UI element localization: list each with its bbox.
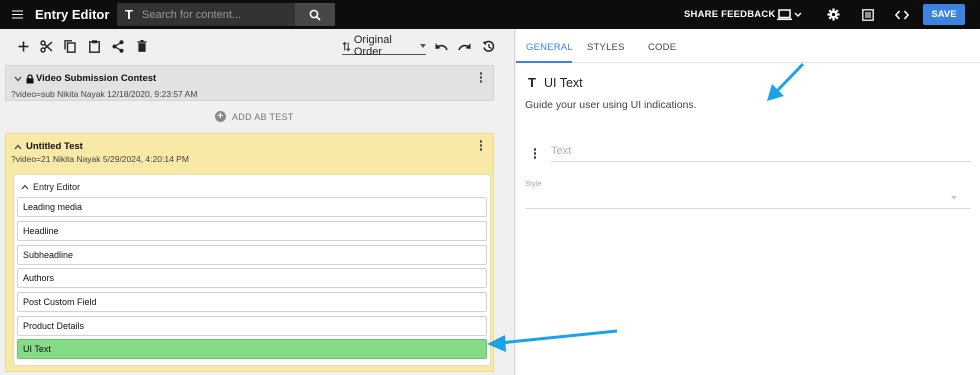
- entry-editor-header[interactable]: Entry Editor: [21, 182, 80, 192]
- add-ab-test-label: ADD AB TEST: [232, 111, 294, 122]
- history-button[interactable]: [480, 38, 496, 54]
- chevron-up-icon: [21, 184, 29, 190]
- trash-icon: [137, 40, 147, 52]
- entry-list-panel: Original Order Video Submission Contest …: [0, 29, 515, 375]
- share-feedback-link[interactable]: SHARE FEEDBACK: [684, 9, 775, 20]
- entry-header: Untitled Test: [14, 141, 83, 152]
- delete-button[interactable]: [134, 38, 150, 54]
- entry-title: Video Submission Contest: [36, 73, 157, 84]
- top-bar: Entry Editor T SHARE FEEDBACK SAVE: [0, 0, 980, 29]
- drag-handle-icon[interactable]: [533, 148, 537, 160]
- tab-styles[interactable]: STYLES: [587, 42, 625, 53]
- redo-button[interactable]: [456, 38, 472, 54]
- save-button[interactable]: SAVE: [923, 4, 965, 25]
- text-input[interactable]: [551, 145, 971, 157]
- more-options-icon[interactable]: [479, 140, 483, 152]
- app-title: Entry Editor: [35, 7, 110, 22]
- scissors-icon: [39, 39, 52, 53]
- lock-icon: [26, 73, 34, 83]
- redo-icon: [457, 42, 470, 50]
- style-label: Style: [525, 179, 542, 188]
- chevron-down-icon: [951, 196, 957, 200]
- entry-subtitle: ?video=21 Nikita Nayak 5/29/2024, 4:20:1…: [11, 154, 189, 164]
- settings-button[interactable]: [826, 5, 840, 24]
- undo-button[interactable]: [433, 38, 449, 54]
- entry-editor-section: Entry Editor Leading media Headline Subh…: [13, 174, 491, 366]
- add-button[interactable]: [15, 38, 31, 54]
- entry-card[interactable]: Video Submission Contest ?video=sub Niki…: [5, 65, 494, 101]
- laptop-icon: [777, 8, 802, 20]
- style-select[interactable]: Style: [525, 179, 971, 209]
- more-options-icon[interactable]: [479, 72, 483, 84]
- undo-icon: [435, 42, 448, 50]
- copy-button[interactable]: [62, 38, 78, 54]
- entry-editor-title: Entry Editor: [33, 182, 81, 192]
- sort-icon: [342, 41, 351, 51]
- field-leading-media[interactable]: Leading media: [17, 197, 487, 217]
- properties-tabs: GENERAL STYLES CODE: [516, 29, 980, 63]
- share-button[interactable]: [110, 38, 126, 54]
- search-icon: [309, 9, 321, 21]
- add-ab-test-button[interactable]: + ADD AB TEST: [215, 111, 294, 122]
- tab-general[interactable]: GENERAL: [526, 42, 573, 53]
- field-headline[interactable]: Headline: [17, 221, 487, 241]
- device-preview-button[interactable]: [776, 5, 804, 24]
- tab-code[interactable]: CODE: [648, 42, 676, 53]
- plus-icon: [18, 41, 28, 51]
- entry-header: Video Submission Contest: [14, 73, 156, 84]
- cut-button[interactable]: [38, 38, 54, 54]
- search-button[interactable]: [295, 3, 335, 26]
- field-ui-text[interactable]: UI Text: [17, 339, 487, 359]
- chevron-down-icon[interactable]: [14, 76, 22, 82]
- component-title: UI Text: [543, 75, 583, 90]
- component-header: T UI Text: [528, 75, 583, 90]
- paste-button[interactable]: [86, 38, 102, 54]
- entry-title: Untitled Test: [26, 141, 83, 152]
- search-bar: T: [117, 3, 335, 26]
- chevron-down-icon: [420, 44, 426, 48]
- code-icon: [895, 9, 909, 20]
- history-icon: [482, 40, 494, 52]
- field-subheadline[interactable]: Subheadline: [17, 245, 487, 265]
- text-type-icon: T: [125, 7, 133, 22]
- menu-icon[interactable]: [0, 0, 34, 29]
- field-authors[interactable]: Authors: [17, 268, 487, 288]
- field-post-custom-field[interactable]: Post Custom Field: [17, 292, 487, 312]
- text-type-icon: T: [528, 75, 536, 90]
- list-box-icon: [862, 8, 874, 21]
- active-tab-indicator: [516, 61, 572, 63]
- properties-panel: GENERAL STYLES CODE T UI Text Guide your…: [516, 29, 980, 375]
- sort-order-select[interactable]: Original Order: [342, 34, 426, 58]
- entry-toolbar: Original Order: [0, 29, 515, 63]
- clipboard-icon: [88, 39, 100, 53]
- component-description: Guide your user using UI indications.: [525, 99, 697, 111]
- copy-icon: [64, 39, 76, 53]
- search-input[interactable]: [140, 8, 295, 21]
- code-view-button[interactable]: [894, 5, 910, 24]
- field-product-details[interactable]: Product Details: [17, 316, 487, 336]
- entry-card-test[interactable]: Untitled Test ?video=21 Nikita Nayak 5/2…: [5, 133, 494, 372]
- plus-circle-icon: +: [215, 111, 226, 122]
- text-field: [551, 143, 971, 162]
- entry-subtitle: ?video=sub Nikita Nayak 12/18/2020, 9:23…: [11, 89, 198, 99]
- layout-button[interactable]: [861, 5, 875, 24]
- chevron-up-icon[interactable]: [14, 144, 22, 150]
- gear-icon: [826, 8, 840, 21]
- share-icon: [112, 39, 124, 53]
- sort-order-label: Original Order: [353, 34, 392, 58]
